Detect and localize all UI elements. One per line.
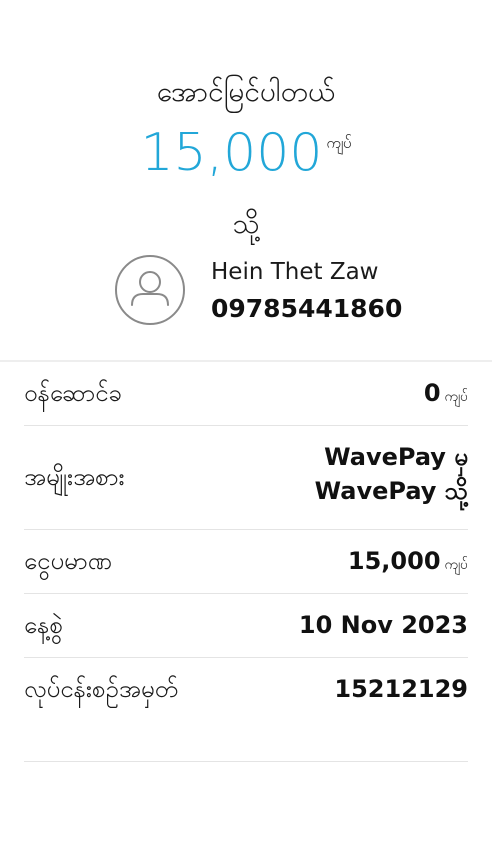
type-value: WavePay မှ WavePay သို့	[314, 443, 468, 505]
to-label: သို့	[232, 207, 260, 240]
amount-unit: ကျပ်	[326, 134, 352, 152]
fee-value: 0	[423, 379, 441, 407]
user-avatar-icon	[115, 255, 185, 325]
amount-row: ငွေပမာဏ 15,000 ကျပ်	[24, 530, 468, 594]
amount-display: 15,000 ကျပ်	[0, 122, 492, 184]
amount-value: 15,000	[140, 123, 323, 183]
transaction-id-value: 15212129	[334, 675, 468, 703]
person-icon	[131, 271, 169, 306]
detail-amount-unit: ကျပ်	[444, 557, 468, 573]
status-title: အောင်မြင်ပါတယ်	[156, 75, 336, 108]
fee-row: ဝန်ဆောင်ခ 0 ကျပ်	[24, 362, 468, 426]
transaction-id-row: လုပ်ငန်းစဉ်အမှတ် 15212129	[24, 658, 468, 762]
detail-amount-value: 15,000	[347, 547, 441, 575]
recipient-name: Hein Thet Zaw	[211, 259, 379, 285]
fee-value-wrap: 0 ကျပ်	[424, 376, 468, 414]
transaction-id-label: လုပ်ငန်းစဉ်အမှတ်	[24, 675, 178, 703]
date-row: နေ့စွဲ 10 Nov 2023	[24, 594, 468, 658]
details-list: ဝန်ဆောင်ခ 0 ကျပ် အမျိုးအစား WavePay မှ Wa…	[24, 362, 468, 762]
transaction-receipt: အောင်မြင်ပါတယ် 15,000 ကျပ် သို့ Hein Thet…	[0, 0, 492, 868]
fee-unit: ကျပ်	[444, 389, 468, 405]
date-label: နေ့စွဲ	[24, 611, 63, 639]
recipient-phone: 09785441860	[211, 294, 403, 323]
date-value: 10 Nov 2023	[298, 611, 468, 639]
amount-value-wrap: 15,000 ကျပ်	[348, 544, 468, 582]
type-row: အမျိုးအစား WavePay မှ WavePay သို့	[24, 426, 468, 530]
type-label: အမျိုးအစား	[24, 463, 125, 491]
amount-label: ငွေပမာဏ	[24, 547, 112, 575]
fee-label: ဝန်ဆောင်ခ	[24, 379, 122, 407]
